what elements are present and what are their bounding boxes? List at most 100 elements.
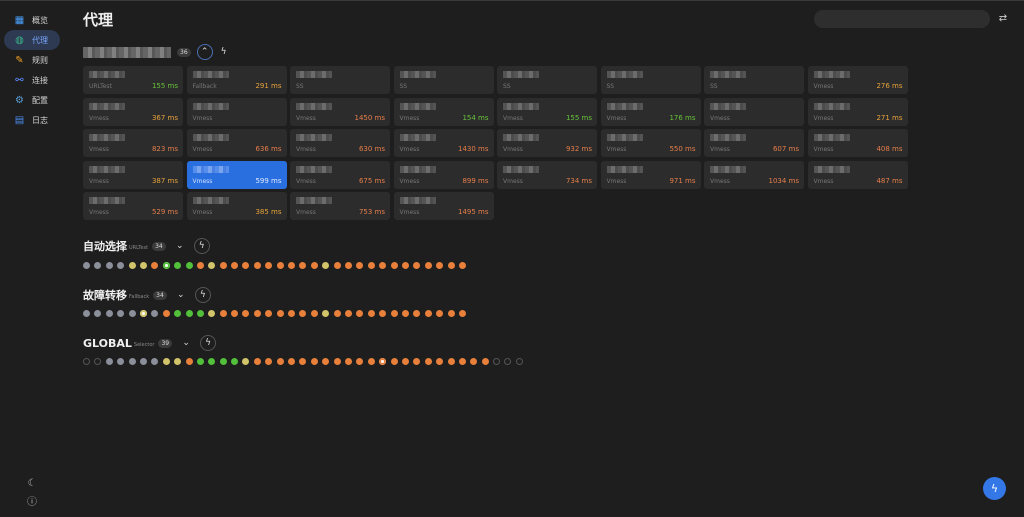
proxy-status-dot[interactable] — [390, 310, 398, 317]
proxy-status-dot[interactable] — [128, 262, 136, 269]
proxy-card[interactable]: Vmess 271 ms — [807, 97, 908, 126]
proxy-card[interactable]: Vmess — [186, 97, 287, 126]
proxy-status-dot[interactable] — [196, 358, 204, 365]
proxy-status-dot[interactable] — [413, 358, 421, 365]
proxy-status-dot[interactable] — [504, 358, 512, 365]
sidebar-item-5[interactable]: ▤ 日志 — [4, 110, 60, 130]
proxy-card[interactable]: Vmess 1430 ms — [393, 129, 494, 157]
proxy-card[interactable]: Vmess 408 ms — [807, 129, 908, 157]
proxy-delay[interactable]: 387 ms — [152, 177, 178, 185]
proxy-status-dot[interactable] — [367, 310, 375, 317]
latency-test-button[interactable]: ϟ — [194, 287, 211, 303]
proxy-status-dot[interactable] — [128, 310, 136, 317]
proxy-delay[interactable]: 271 ms — [876, 114, 902, 122]
proxy-status-dot[interactable] — [413, 310, 421, 317]
proxy-status-dot[interactable] — [356, 310, 364, 317]
proxy-status-dot[interactable] — [515, 358, 523, 365]
proxy-status-dot[interactable] — [390, 358, 398, 365]
proxy-status-dot[interactable] — [162, 310, 170, 317]
proxy-status-dot[interactable] — [174, 262, 182, 269]
proxy-delay[interactable]: 971 ms — [669, 177, 695, 185]
proxy-card[interactable]: Vmess 387 ms — [83, 160, 183, 189]
proxy-status-dot[interactable] — [276, 358, 284, 365]
proxy-delay[interactable]: 823 ms — [152, 145, 178, 153]
search-input[interactable] — [814, 10, 990, 28]
proxy-delay[interactable]: 176 ms — [669, 114, 695, 122]
proxy-card[interactable]: SS — [497, 66, 597, 94]
proxy-delay[interactable]: 607 ms — [773, 145, 799, 153]
proxy-card[interactable]: Vmess 155 ms — [497, 97, 597, 126]
proxy-status-dot[interactable] — [401, 310, 409, 317]
proxy-card[interactable]: Vmess 932 ms — [497, 129, 597, 157]
proxy-status-dot[interactable] — [219, 262, 227, 269]
proxy-card[interactable]: Vmess 367 ms — [83, 97, 183, 126]
proxy-status-dot[interactable] — [83, 310, 90, 317]
proxy-status-dot[interactable] — [322, 358, 330, 365]
proxy-status-dot[interactable] — [344, 310, 352, 317]
proxy-card[interactable]: Vmess 550 ms — [600, 129, 701, 157]
proxy-card[interactable]: Vmess 636 ms — [186, 129, 287, 157]
proxy-status-dot[interactable] — [288, 358, 296, 365]
test-all-latency-button[interactable]: ϟ — [983, 477, 1006, 500]
latency-test-button[interactable]: ϟ — [216, 44, 232, 60]
proxy-delay[interactable]: 276 ms — [876, 82, 902, 90]
proxy-status-dot[interactable] — [128, 358, 136, 365]
proxy-status-dot[interactable] — [299, 358, 307, 365]
proxy-delay[interactable]: 154 ms — [462, 114, 488, 122]
proxy-status-dot[interactable] — [458, 358, 466, 365]
proxy-status-dot[interactable] — [117, 310, 125, 317]
proxy-status-dot[interactable] — [447, 262, 455, 269]
proxy-status-dot[interactable] — [322, 310, 330, 317]
proxy-card[interactable]: SS — [393, 66, 494, 94]
proxy-delay[interactable]: 529 ms — [152, 208, 178, 216]
proxy-status-dot[interactable] — [401, 262, 409, 269]
proxy-delay[interactable]: 932 ms — [566, 145, 592, 153]
proxy-card[interactable]: SS — [704, 66, 804, 94]
proxy-status-dot[interactable] — [185, 262, 193, 269]
proxy-status-dot[interactable] — [288, 262, 296, 269]
proxy-card[interactable]: Vmess 753 ms — [290, 192, 390, 220]
proxy-status-dot[interactable] — [344, 262, 352, 269]
proxy-status-dot[interactable] — [310, 310, 318, 317]
proxy-status-dot[interactable] — [379, 358, 387, 365]
proxy-status-dot[interactable] — [424, 262, 432, 269]
proxy-delay[interactable]: 675 ms — [359, 177, 385, 185]
proxy-status-dot[interactable] — [356, 358, 364, 365]
proxy-delay[interactable]: 636 ms — [255, 145, 281, 153]
proxy-status-dot[interactable] — [208, 262, 216, 269]
proxy-status-dot[interactable] — [253, 310, 261, 317]
proxy-delay[interactable]: 1495 ms — [458, 208, 489, 216]
proxy-status-dot[interactable] — [458, 310, 466, 317]
proxy-status-dot[interactable] — [265, 262, 273, 269]
expand-button[interactable]: ⌄ — [172, 238, 188, 254]
proxy-status-dot[interactable] — [356, 262, 364, 269]
proxy-status-dot[interactable] — [333, 358, 341, 365]
proxy-delay[interactable]: 291 ms — [255, 82, 281, 90]
proxy-status-dot[interactable] — [231, 310, 239, 317]
proxy-status-dot[interactable] — [162, 358, 170, 365]
proxy-delay[interactable]: 385 ms — [255, 208, 281, 216]
proxy-card[interactable]: Vmess 1450 ms — [290, 97, 390, 126]
proxy-delay[interactable]: 1430 ms — [458, 145, 489, 153]
proxy-status-dot[interactable] — [310, 262, 318, 269]
settings-icon[interactable]: ⇄ — [997, 13, 1009, 25]
proxy-status-dot[interactable] — [481, 358, 489, 365]
proxy-status-dot[interactable] — [447, 358, 455, 365]
proxy-status-dot[interactable] — [94, 262, 102, 269]
proxy-status-dot[interactable] — [379, 310, 387, 317]
proxy-status-dot[interactable] — [436, 310, 444, 317]
proxy-status-dot[interactable] — [117, 262, 125, 269]
proxy-status-dot[interactable] — [185, 310, 193, 317]
proxy-card[interactable]: Vmess 529 ms — [83, 192, 183, 220]
proxy-status-dot[interactable] — [379, 262, 387, 269]
proxy-status-dot[interactable] — [253, 262, 261, 269]
proxy-card[interactable]: Fallback 291 ms — [186, 66, 287, 94]
proxy-delay[interactable]: 1450 ms — [354, 114, 385, 122]
proxy-status-dot[interactable] — [151, 310, 159, 317]
proxy-delay[interactable]: 408 ms — [876, 145, 902, 153]
proxy-card[interactable]: Vmess 385 ms — [186, 192, 287, 220]
expand-button[interactable]: ⌄ — [173, 287, 189, 303]
proxy-card[interactable]: Vmess 734 ms — [497, 160, 597, 189]
proxy-status-dot[interactable] — [276, 310, 284, 317]
proxy-status-dot[interactable] — [94, 358, 102, 365]
